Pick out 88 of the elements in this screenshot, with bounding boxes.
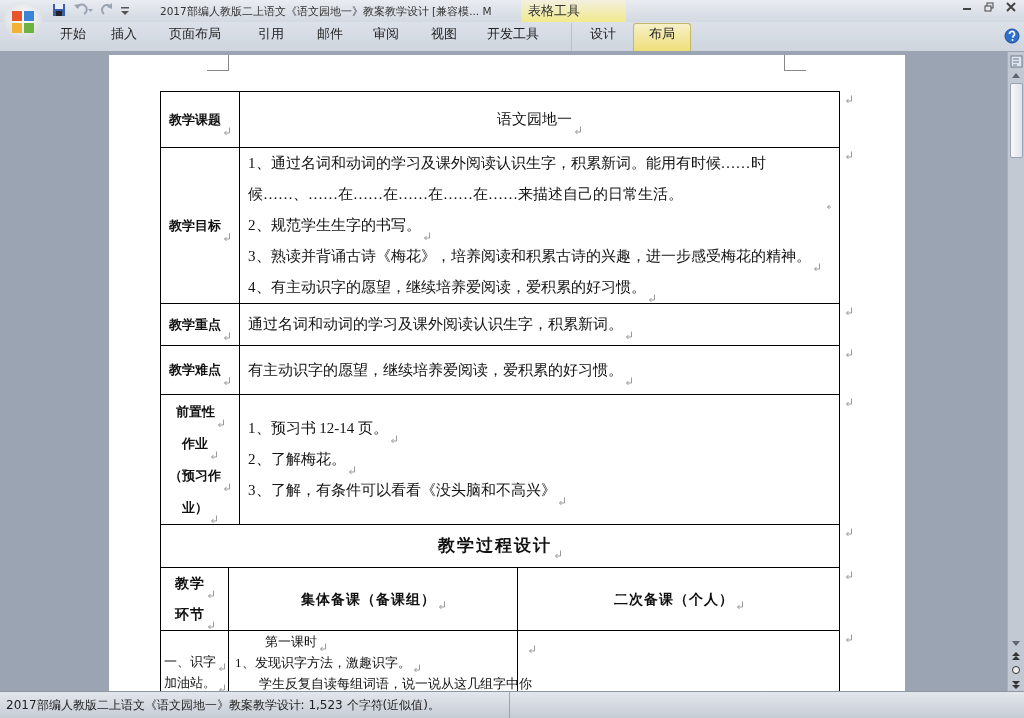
office-logo-icon bbox=[10, 9, 36, 35]
content-text: 4、有主动识字的愿望，继续培养爱阅读，爱积累的好习惯。 bbox=[248, 278, 646, 297]
column-header: 集体备课（备课组） bbox=[300, 590, 436, 609]
paragraph-mark-icon bbox=[210, 514, 218, 524]
window-title: 2017部编人教版二上语文《语文园地一》教案教学设计 [兼容模... M bbox=[160, 4, 492, 19]
row-label: 作业 bbox=[182, 434, 208, 453]
save-icon[interactable] bbox=[52, 3, 66, 17]
paragraph-mark-icon bbox=[437, 600, 446, 610]
content-text: 通过名词和动词的学习及课外阅读认识生字，积累新词。 bbox=[248, 315, 623, 334]
content-text: 1、通过名词和动词的学习及课外阅读认识生字，积累新词。能用有时候……时候……、……在……在……在……在……来描述自己的日常生活。 bbox=[248, 154, 767, 204]
paragraph-mark-icon bbox=[845, 95, 853, 104]
paragraph-mark-icon bbox=[557, 497, 566, 506]
content-text: 3、熟读并背诵古诗《梅花》，培养阅读和积累古诗的兴趣，进一步感受梅花的精神。 bbox=[248, 247, 811, 266]
content-text: 2、规范学生生字的书写。 bbox=[248, 216, 421, 235]
paragraph-mark-icon bbox=[845, 349, 853, 358]
paragraph-mark-icon bbox=[845, 634, 853, 643]
paragraph-mark-icon bbox=[347, 466, 356, 475]
paragraph-mark-icon bbox=[217, 663, 226, 672]
column-header: 二次备课（个人） bbox=[613, 590, 734, 609]
paragraph-mark-icon bbox=[845, 571, 853, 580]
row-label: 前置性 bbox=[175, 402, 215, 421]
section-heading: 教学过程设计 bbox=[438, 535, 552, 558]
column-header: 教学 bbox=[174, 575, 205, 593]
paragraph-mark-icon bbox=[206, 590, 215, 599]
status-text: 2017部编人教版二上语文《语文园地一》教案教学设计: 1,523 个字符(近似值)。 bbox=[0, 692, 510, 718]
content-text: 有主动识字的愿望，继续培养爱阅读，爱积累的好习惯。 bbox=[248, 360, 623, 380]
ribbon-tab[interactable]: 布局 bbox=[633, 23, 691, 51]
paragraph-mark-icon bbox=[216, 418, 225, 428]
paragraph-mark-icon bbox=[223, 331, 231, 341]
vertical-scrollbar[interactable] bbox=[1007, 52, 1024, 691]
paragraph-mark-icon bbox=[845, 398, 853, 407]
paragraph-mark-icon bbox=[647, 294, 656, 303]
paragraph-mark-icon bbox=[528, 645, 536, 655]
paragraph-mark-icon bbox=[390, 435, 398, 444]
paragraph-mark-icon bbox=[625, 331, 633, 340]
row-label: 教学课题 bbox=[169, 110, 221, 129]
paragraph-mark-icon bbox=[422, 232, 431, 241]
ribbon-tab[interactable]: 开发工具 bbox=[475, 23, 551, 51]
ribbon-tab[interactable]: 插入 bbox=[99, 23, 149, 51]
help-icon[interactable] bbox=[1004, 28, 1020, 44]
row-label: 教学重点 bbox=[169, 315, 221, 334]
ribbon-tab[interactable]: 审阅 bbox=[359, 23, 413, 51]
previous-page-icon[interactable] bbox=[1011, 651, 1021, 661]
paragraph-mark-icon bbox=[210, 450, 218, 460]
paragraph-mark-icon bbox=[223, 126, 231, 136]
lesson-heading: 第一课时 bbox=[265, 633, 317, 651]
paragraph-mark-icon bbox=[574, 126, 582, 135]
ribbon-tab[interactable]: 视图 bbox=[413, 23, 475, 51]
scroll-thumb[interactable] bbox=[1009, 83, 1023, 158]
paragraph-mark-icon bbox=[845, 528, 853, 537]
browse-object-icon[interactable] bbox=[1011, 665, 1021, 675]
paragraph-mark-icon bbox=[554, 549, 562, 559]
content-text: 1、预习书 12-14 页。 bbox=[248, 419, 388, 438]
row-label: 业） bbox=[182, 498, 208, 517]
paragraph-mark-icon bbox=[625, 376, 633, 386]
stage-text: 加油站。 bbox=[163, 674, 216, 691]
stage-text: 一、识字 bbox=[163, 653, 216, 671]
paragraph-mark-icon bbox=[812, 263, 821, 272]
content-text: 3、了解，有条件可以看看《没头脑和不高兴》 bbox=[248, 481, 556, 500]
paragraph-mark-icon bbox=[223, 482, 231, 492]
restore-icon[interactable] bbox=[984, 2, 994, 12]
row-label: 教学难点 bbox=[169, 361, 221, 379]
paragraph-mark-icon bbox=[735, 600, 744, 610]
paragraph-mark-icon bbox=[206, 621, 215, 630]
crop-mark bbox=[207, 55, 229, 71]
crop-mark bbox=[784, 55, 806, 71]
paragraph-mark-icon bbox=[845, 307, 853, 316]
ribbon-tab[interactable]: 页面布局 bbox=[149, 23, 241, 51]
ribbon-tab[interactable]: 邮件 bbox=[301, 23, 359, 51]
ribbon-tab[interactable]: 引用 bbox=[241, 23, 301, 51]
topic-title: 语文园地一 bbox=[497, 110, 572, 129]
paragraph-mark-icon bbox=[412, 664, 421, 673]
next-page-icon[interactable] bbox=[1011, 679, 1021, 691]
content-text: 1、发现识字方法，激趣识字。 bbox=[235, 654, 411, 672]
ruler-toggle-icon[interactable] bbox=[1009, 55, 1023, 68]
close-icon[interactable] bbox=[1006, 2, 1016, 12]
scroll-up-icon[interactable] bbox=[1011, 72, 1021, 79]
row-label: （预习作 bbox=[169, 466, 221, 485]
context-tab-group: 表格工具 bbox=[521, 0, 626, 22]
paragraph-mark-icon bbox=[223, 232, 231, 242]
row-label: 教学目标 bbox=[169, 216, 221, 235]
content-text: 2、了解梅花。 bbox=[248, 450, 346, 469]
column-header: 环节 bbox=[174, 606, 205, 624]
paragraph-mark-icon bbox=[223, 377, 231, 386]
scroll-down-icon[interactable] bbox=[1011, 640, 1021, 647]
paragraph-mark-icon bbox=[319, 643, 327, 652]
paragraph-mark-icon bbox=[845, 151, 853, 160]
ribbon-tab[interactable]: 开始 bbox=[47, 23, 99, 51]
